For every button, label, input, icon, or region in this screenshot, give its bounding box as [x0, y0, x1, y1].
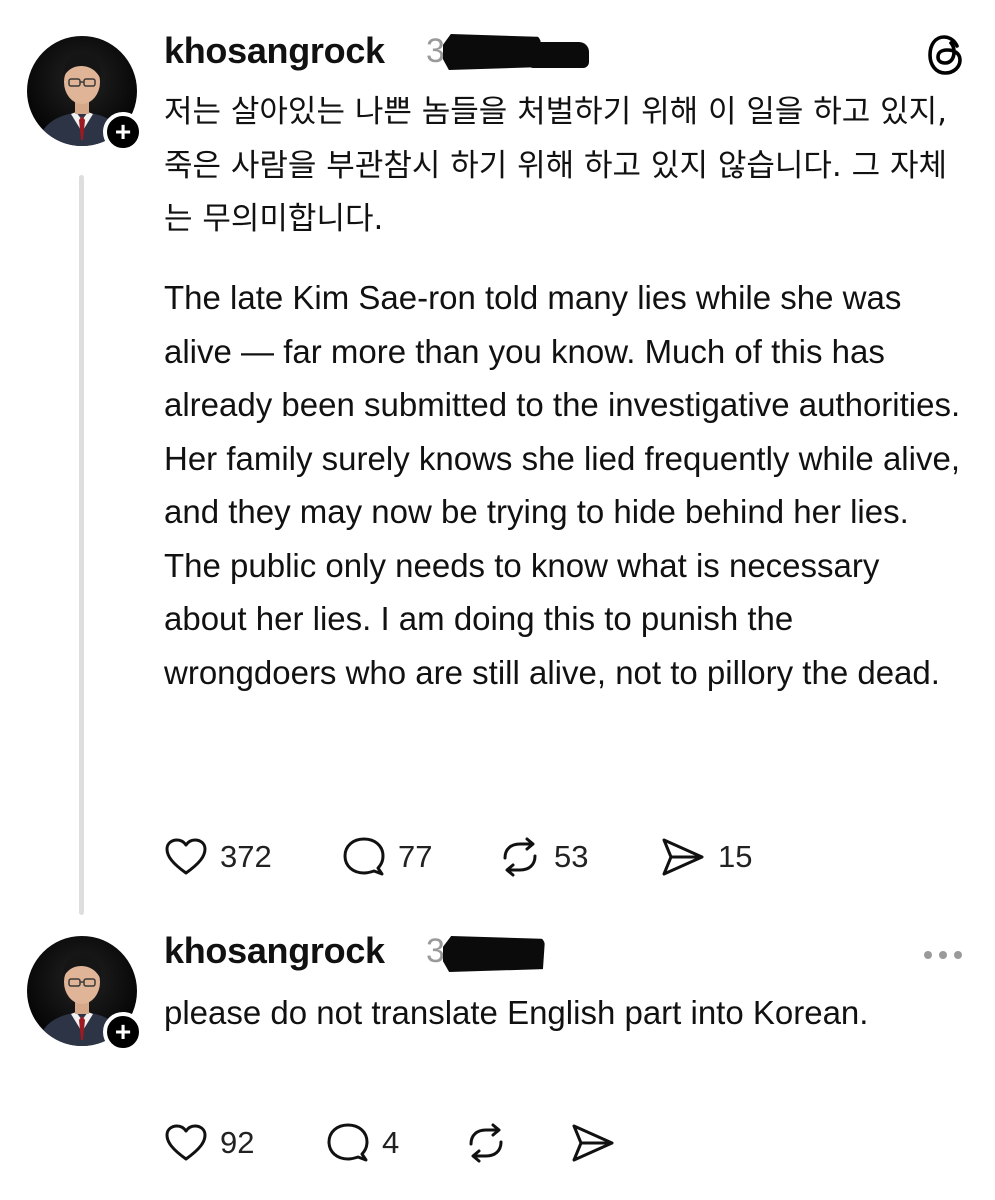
heart-icon [165, 838, 207, 875]
follow-plus-icon[interactable]: + [103, 1012, 143, 1052]
username[interactable]: khosangrock [164, 930, 385, 972]
follow-plus-icon[interactable]: + [103, 112, 143, 152]
comment-icon [343, 837, 385, 876]
post-english-text: The late Kim Sae-ron told many lies whil… [164, 279, 961, 691]
post-actions: 372 77 53 15 [164, 834, 864, 884]
share-icon [572, 1124, 614, 1162]
username[interactable]: khosangrock [164, 30, 385, 72]
like-count: 372 [220, 839, 272, 874]
post-header: khosangrock 3 [164, 30, 975, 80]
like-button[interactable]: 92 [164, 1120, 254, 1166]
like-count: 92 [220, 1125, 255, 1160]
threads-logo-icon[interactable] [927, 34, 965, 81]
reply-button[interactable]: 77 [342, 834, 432, 880]
redacted-mark [443, 936, 545, 972]
avatar-wrap[interactable]: + [27, 936, 143, 1052]
repost-icon [503, 837, 537, 877]
reply-button[interactable]: 4 [326, 1120, 399, 1166]
timestamp: 3 [426, 32, 445, 70]
post-korean-text: 저는 살아있는 나쁜 놈들을 처벌하기 위해 이 일을 하고 있지, 죽은 사람… [164, 94, 948, 237]
avatar-wrap[interactable]: + [27, 36, 143, 152]
share-icon [662, 838, 704, 876]
heart-icon [165, 1124, 207, 1161]
like-button[interactable]: 372 [164, 834, 272, 880]
share-count: 15 [718, 839, 753, 874]
reply-count: 77 [398, 839, 433, 874]
thread-line [79, 175, 84, 915]
repost-icon [469, 1123, 503, 1163]
share-button[interactable] [570, 1120, 628, 1166]
redacted-mark [443, 34, 541, 70]
post-header: khosangrock 3 [164, 930, 975, 980]
share-button[interactable]: 15 [660, 834, 752, 880]
more-options-icon[interactable] [923, 948, 963, 966]
repost-button[interactable] [464, 1120, 520, 1166]
timestamp: 3 [426, 932, 445, 970]
post-text: please do not translate English part int… [164, 994, 869, 1031]
redacted-mark-tail [529, 42, 589, 68]
repost-count: 53 [554, 839, 589, 874]
repost-button[interactable]: 53 [498, 834, 588, 880]
reply-count: 4 [382, 1125, 400, 1160]
comment-icon [327, 1123, 369, 1162]
post-actions: 92 4 [164, 1120, 864, 1170]
